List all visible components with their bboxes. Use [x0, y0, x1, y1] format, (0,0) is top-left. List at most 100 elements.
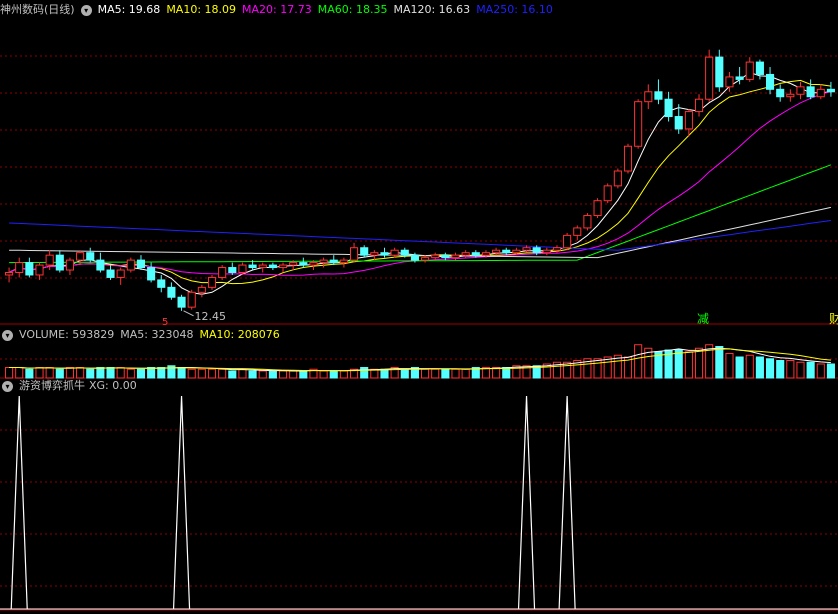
volume-bar-up — [258, 370, 267, 379]
candle-down — [136, 259, 146, 269]
candle-up — [542, 249, 551, 254]
candle-down — [248, 264, 257, 269]
volume-bar-down — [136, 368, 146, 379]
candle-up — [684, 111, 693, 130]
volume-bar-up — [634, 344, 643, 379]
volume-bar-up — [218, 368, 227, 379]
candle-down — [765, 73, 775, 90]
volume-bar-down — [806, 361, 815, 379]
candle-up — [126, 259, 135, 271]
candle-down — [826, 88, 835, 93]
ma20-line — [8, 91, 832, 276]
candle-up — [339, 259, 348, 264]
candle-down — [471, 252, 480, 256]
volume-bar-up — [116, 367, 125, 379]
volume-bar-up — [461, 368, 470, 379]
volume-bar-down — [299, 370, 308, 379]
volume-bar-up — [76, 367, 85, 379]
candle-down — [776, 88, 785, 98]
volume-bar-up — [5, 367, 14, 379]
candle-up — [745, 61, 754, 80]
candle-up — [15, 262, 24, 273]
volume-bar-down — [360, 367, 369, 379]
candle-down — [441, 254, 450, 259]
candle-up — [694, 98, 704, 113]
candle-up — [512, 249, 521, 254]
volume-bar-up — [126, 368, 135, 379]
volume-bar-up — [187, 368, 196, 379]
volume-bar-up — [796, 361, 805, 379]
signal-marker: 5 — [162, 317, 168, 328]
candle-up — [623, 145, 633, 172]
volume-bar-down — [400, 368, 409, 379]
candle-up — [451, 254, 460, 259]
candle-down — [268, 264, 277, 269]
candle-up — [65, 259, 75, 271]
volume-bar-up — [745, 354, 754, 379]
candle-down — [329, 259, 338, 264]
candle-down — [654, 91, 663, 100]
grid-lines — [0, 55, 838, 611]
candle-down — [228, 267, 237, 273]
candle-up — [218, 267, 227, 278]
volume-bar-up — [421, 368, 430, 379]
candle-up — [319, 259, 328, 264]
volume-bar-up — [725, 353, 734, 379]
candle-down — [400, 249, 409, 256]
volume-bar-up — [35, 367, 44, 379]
candle-up — [309, 262, 318, 266]
volume-bar-up — [15, 367, 24, 379]
candle-up — [370, 252, 379, 256]
candle-up — [583, 215, 592, 229]
volume-bar-down — [826, 363, 835, 379]
volume-bar-up — [238, 368, 247, 379]
candle-down — [96, 259, 105, 271]
volume-bar-down — [441, 368, 450, 379]
candle-up — [5, 271, 14, 276]
candle-up — [278, 264, 288, 269]
volume-bar-down — [228, 370, 237, 379]
candle-down — [532, 247, 541, 254]
candle-up — [725, 76, 734, 88]
candle-up — [603, 185, 612, 202]
candle-up — [349, 247, 359, 261]
stock-chart[interactable]: 12.45 5 减 财 — [0, 0, 838, 614]
ma120-line — [9, 206, 832, 259]
xg-spike — [517, 395, 536, 610]
volume-bar-down — [735, 356, 744, 379]
volume-bar-up — [207, 368, 217, 379]
candle-up — [116, 269, 125, 278]
candle-up — [35, 264, 44, 276]
candle-up — [461, 252, 470, 256]
candle-up — [431, 254, 440, 259]
candle-down — [167, 286, 176, 298]
candle-up — [634, 101, 643, 147]
volume-bar-down — [380, 368, 389, 379]
ma250-line — [9, 220, 831, 251]
candle-up — [644, 91, 653, 103]
candle-up — [593, 200, 602, 217]
candle-down — [25, 262, 34, 276]
candle-down — [664, 98, 673, 118]
candle-up — [45, 254, 54, 266]
candle-up — [207, 276, 217, 288]
volume-bar-down — [147, 367, 156, 379]
volume-bar-up — [694, 347, 704, 379]
candle-up — [816, 88, 825, 98]
candle-down — [806, 86, 815, 98]
candle-down — [674, 116, 683, 130]
event-label-finance: 财 — [829, 312, 838, 326]
volume-bar-up — [339, 370, 348, 379]
ma60-line — [9, 164, 832, 264]
candle-up — [613, 170, 622, 187]
candle-up — [421, 257, 430, 261]
volume-bar-down — [329, 370, 338, 379]
volume-bar-down — [765, 358, 775, 379]
candle-down — [360, 247, 369, 256]
candle-down — [106, 269, 115, 278]
volume-bar-up — [45, 367, 54, 379]
candle-down — [715, 56, 724, 88]
volume-bar-up — [289, 370, 298, 379]
volume-bar-down — [86, 368, 95, 379]
candlestick-series — [5, 49, 835, 317]
